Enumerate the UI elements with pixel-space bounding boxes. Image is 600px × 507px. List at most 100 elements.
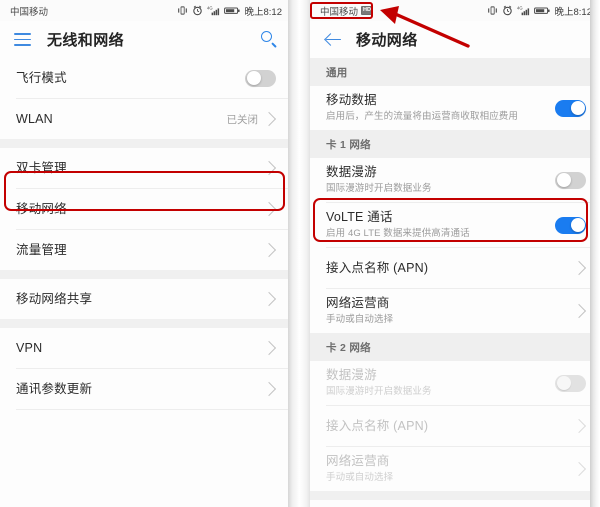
row-sublabel: 启用 4G LTE 数据来提供高清通话	[326, 228, 470, 239]
svg-text:4G: 4G	[517, 6, 523, 11]
right-phone-screen: 中国移动 HD 4G 晚上8:12 移动网络 通用 移动数据 启用后，产生的流量…	[310, 0, 600, 507]
left-group-4: VPN 通讯参数更新	[0, 328, 290, 410]
left-settings-list[interactable]: 飞行模式 WLAN 已关闭 双卡管理 移动网络 流量管理 移动网络共享 VPN …	[0, 58, 290, 507]
chevron-right-icon	[261, 340, 277, 356]
row-comm-params-update[interactable]: 通讯参数更新	[0, 369, 290, 409]
left-group-1: 飞行模式 WLAN 已关闭	[0, 58, 290, 139]
row-label: 移动网络	[16, 201, 67, 216]
chevron-right-icon	[261, 111, 277, 127]
row-volte-call[interactable]: VoLTE 通话 启用 4G LTE 数据来提供高清通话	[310, 203, 600, 247]
sim1-data-roaming-toggle[interactable]	[555, 171, 586, 189]
chevron-right-icon	[261, 242, 277, 258]
right-carrier-name: 中国移动	[320, 6, 359, 18]
row-label: 数据漫游	[326, 368, 377, 382]
row-sublabel: 手动或自动选择	[326, 472, 394, 483]
row-sublabel: 手动或自动选择	[326, 314, 394, 325]
right-status-icons: 4G	[487, 5, 551, 16]
row-label: 双卡管理	[16, 160, 67, 175]
row-sim1-apn[interactable]: 接入点名称 (APN)	[310, 248, 600, 288]
section-sim1: 数据漫游 国际漫游时开启数据业务 VoLTE 通话 启用 4G LTE 数据来提…	[310, 158, 600, 333]
row-mobile-hotspot[interactable]: 移动网络共享	[0, 279, 290, 319]
chevron-right-icon	[571, 461, 587, 477]
alarm-icon	[502, 5, 512, 16]
airplane-mode-toggle[interactable]	[245, 69, 276, 87]
chevron-right-icon	[261, 201, 277, 217]
chevron-right-icon	[261, 160, 277, 176]
svg-text:4G: 4G	[207, 6, 213, 11]
row-label: 接入点名称 (APN)	[326, 260, 429, 275]
left-status-icons: 4G	[177, 5, 241, 16]
row-label: 飞行模式	[16, 70, 67, 85]
row-sim1-network-operator[interactable]: 网络运营商 手动或自动选择	[310, 289, 600, 333]
row-label: 数据漫游	[326, 165, 377, 179]
row-dual-sim[interactable]: 双卡管理	[0, 148, 290, 188]
screenshot-stage: 中国移动 4G 晚上8:12 无线和网络 飞行模式 WLAN 已关闭 双卡管理 …	[0, 0, 600, 507]
row-label: 流量管理	[16, 242, 67, 257]
battery-icon	[223, 7, 240, 14]
group-gap	[0, 139, 290, 148]
group-gap	[310, 491, 600, 500]
chevron-right-icon	[261, 381, 277, 397]
row-label: 网络运营商	[326, 454, 390, 468]
right-page-title: 移动网络	[356, 32, 418, 49]
row-label: VoLTE 通话	[326, 210, 393, 224]
right-screen-edge-shadow	[590, 0, 600, 507]
right-status-bar: 中国移动 HD 4G 晚上8:12	[310, 0, 600, 21]
chevron-right-icon	[261, 291, 277, 307]
row-advanced[interactable]: 高级	[310, 500, 600, 507]
signal-icon: 4G	[207, 6, 219, 16]
group-gap	[0, 270, 290, 279]
row-vpn[interactable]: VPN	[0, 328, 290, 368]
row-sim1-data-roaming[interactable]: 数据漫游 国际漫游时开启数据业务	[310, 158, 600, 202]
vibrate-icon	[177, 6, 187, 15]
left-group-2: 双卡管理 移动网络 流量管理	[0, 148, 290, 270]
vibrate-icon	[487, 6, 497, 15]
chevron-right-icon	[571, 260, 587, 276]
row-data-usage[interactable]: 流量管理	[0, 230, 290, 270]
row-mobile-data[interactable]: 移动数据 启用后，产生的流量将由运营商收取相应费用	[310, 86, 600, 130]
row-airplane-mode[interactable]: 飞行模式	[0, 58, 290, 98]
row-sim2-apn: 接入点名称 (APN)	[310, 406, 600, 446]
volte-toggle[interactable]	[555, 216, 586, 234]
row-label: 移动数据	[326, 93, 377, 107]
section-general: 移动数据 启用后，产生的流量将由运营商收取相应费用	[310, 86, 600, 130]
signal-icon: 4G	[517, 6, 529, 16]
section-header-general: 通用	[310, 58, 600, 86]
chevron-right-icon	[571, 418, 587, 434]
row-wlan[interactable]: WLAN 已关闭	[0, 99, 290, 139]
wlan-status-value: 已关闭	[226, 113, 259, 126]
battery-icon	[533, 7, 550, 14]
left-carrier: 中国移动	[10, 4, 48, 18]
hd-volte-icon: HD	[361, 6, 373, 15]
search-icon[interactable]	[261, 31, 278, 48]
left-page-title: 无线和网络	[47, 32, 125, 49]
row-sim2-network-operator: 网络运营商 手动或自动选择	[310, 447, 600, 491]
row-label: 通讯参数更新	[16, 381, 93, 396]
group-gap	[0, 319, 290, 328]
mobile-data-toggle[interactable]	[555, 99, 586, 117]
row-label: 移动网络共享	[16, 291, 93, 306]
back-arrow-icon[interactable]	[324, 31, 342, 49]
left-status-right: 4G 晚上8:12	[177, 4, 283, 18]
sim2-data-roaming-toggle	[555, 374, 586, 392]
section-header-sim2: 卡 2 网络	[310, 333, 600, 361]
chevron-right-icon	[571, 303, 587, 319]
left-clock: 晚上8:12	[244, 6, 283, 18]
row-label: VPN	[16, 340, 43, 355]
row-label: WLAN	[16, 111, 53, 126]
section-header-sim1: 卡 1 网络	[310, 130, 600, 158]
alarm-icon	[192, 5, 202, 16]
panel-separator	[288, 0, 312, 507]
left-phone-screen: 中国移动 4G 晚上8:12 无线和网络 飞行模式 WLAN 已关闭 双卡管理 …	[0, 0, 290, 507]
row-mobile-network[interactable]: 移动网络	[0, 189, 290, 229]
section-sim2: 数据漫游 国际漫游时开启数据业务 接入点名称 (APN) 网络运营商 手动或自动…	[310, 361, 600, 491]
right-clock: 晚上8:12	[554, 6, 593, 18]
left-group-3: 移动网络共享	[0, 279, 290, 319]
right-status-right: 4G 晚上8:12	[487, 4, 593, 18]
right-title-bar: 移动网络	[310, 21, 600, 58]
hamburger-menu-icon[interactable]	[14, 33, 31, 46]
row-label: 接入点名称 (APN)	[326, 418, 429, 433]
right-settings-list[interactable]: 通用 移动数据 启用后，产生的流量将由运营商收取相应费用 卡 1 网络 数据漫游…	[310, 58, 600, 507]
left-carrier-name: 中国移动	[10, 6, 49, 18]
right-carrier: 中国移动 HD	[320, 4, 373, 18]
